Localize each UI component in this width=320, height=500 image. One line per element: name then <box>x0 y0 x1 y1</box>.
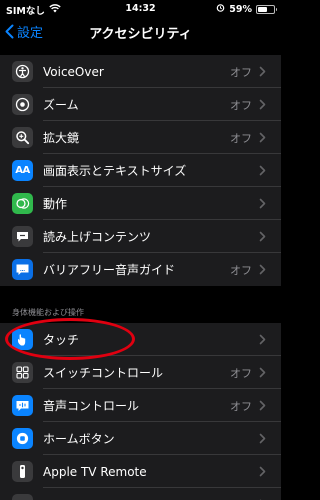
disclosure-chevron <box>259 466 271 477</box>
settings-row-label: スイッチコントロール <box>43 366 164 380</box>
disclosure-chevron <box>259 400 271 411</box>
settings-row-motion[interactable]: 動作 <box>0 187 281 220</box>
disclosure-chevron <box>259 334 271 345</box>
keyboard-icon <box>12 494 33 500</box>
settings-row-home-button[interactable]: ホームボタン <box>0 422 281 455</box>
chevron-right-icon <box>259 264 266 275</box>
page-title: アクセシビリティ <box>89 27 192 42</box>
chevron-right-icon <box>259 334 266 345</box>
disclosure-chevron <box>259 264 271 275</box>
settings-row-label: 読み上げコンテンツ <box>43 230 152 244</box>
chevron-right-icon <box>259 367 266 378</box>
settings-row-display-text[interactable]: AA 画面表示とテキストサイズ <box>0 154 281 187</box>
settings-row-value: オフ <box>230 98 252 112</box>
settings-row-switch-control[interactable]: スイッチコントロール オフ <box>0 356 281 389</box>
zoom-icon <box>12 94 33 115</box>
settings-row-voiceover[interactable]: VoiceOver オフ <box>0 55 281 88</box>
chevron-right-icon <box>259 198 266 209</box>
svg-text:…: … <box>20 267 25 273</box>
settings-row-keyboards[interactable] <box>0 488 281 500</box>
settings-row-label: ホームボタン <box>43 432 115 446</box>
navigation-bar: 設定 アクセシビリティ <box>0 16 281 46</box>
tv-remote-icon <box>12 461 33 482</box>
settings-row-label: VoiceOver <box>43 64 104 79</box>
audio-description-icon: … <box>12 259 33 280</box>
disclosure-chevron <box>259 165 271 176</box>
chevron-right-icon <box>259 132 266 143</box>
battery-percent: 59% <box>229 3 252 15</box>
status-right: 59% <box>216 3 277 15</box>
chevron-right-icon <box>259 99 266 110</box>
settings-row-value: オフ <box>230 399 252 413</box>
chevron-right-icon <box>259 400 266 411</box>
disclosure-chevron <box>259 99 271 110</box>
settings-row-zoom[interactable]: ズーム オフ <box>0 88 281 121</box>
chevron-right-icon <box>259 165 266 176</box>
settings-row-label: 拡大鏡 <box>43 131 80 145</box>
settings-row-value: オフ <box>230 65 252 79</box>
settings-row-value: オフ <box>230 131 252 145</box>
status-bar: SIMなし 14:32 59% <box>0 0 281 17</box>
disclosure-chevron <box>259 66 271 77</box>
settings-row-label: 動作 <box>43 197 68 211</box>
disclosure-chevron <box>259 231 271 242</box>
chevron-right-icon <box>259 66 266 77</box>
settings-row-label: バリアフリー音声ガイド <box>43 263 176 277</box>
settings-row-spoken-content[interactable]: 読み上げコンテンツ <box>0 220 281 253</box>
annotation-ellipse <box>5 318 135 360</box>
settings-row-voice-control[interactable]: 音声コントロール オフ <box>0 389 281 422</box>
settings-row-audio-descriptions[interactable]: … バリアフリー音声ガイド オフ <box>0 253 281 286</box>
section-header-physical: 身体機能および操作 <box>12 308 84 317</box>
settings-row-label: ズーム <box>43 98 79 112</box>
speech-icon <box>12 226 33 247</box>
disclosure-chevron <box>259 198 271 209</box>
voiceover-icon <box>12 61 33 82</box>
voice-control-icon <box>12 395 33 416</box>
text-size-icon: AA <box>12 160 33 181</box>
vision-settings-group: VoiceOver オフ ズーム オフ 拡大鏡 オフ AA 画面表示とテキストサイズ 動作 読み上… <box>0 55 281 286</box>
chevron-right-icon <box>259 433 266 444</box>
alarm-icon <box>216 3 225 15</box>
chevron-right-icon <box>259 231 266 242</box>
home-button-icon <box>12 428 33 449</box>
battery-icon <box>256 4 277 14</box>
settings-row-value: オフ <box>230 263 252 277</box>
motion-icon <box>12 193 33 214</box>
switch-control-icon <box>12 362 33 383</box>
settings-row-apple-tv-remote[interactable]: Apple TV Remote <box>0 455 281 488</box>
chevron-right-icon <box>259 466 266 477</box>
settings-row-value: オフ <box>230 366 252 380</box>
battery-level-fill <box>258 6 267 12</box>
settings-row-label: 音声コントロール <box>43 399 140 413</box>
disclosure-chevron <box>259 367 271 378</box>
settings-row-magnifier[interactable]: 拡大鏡 オフ <box>0 121 281 154</box>
disclosure-chevron <box>259 433 271 444</box>
disclosure-chevron <box>259 132 271 143</box>
magnifier-icon <box>12 127 33 148</box>
settings-row-label: Apple TV Remote <box>43 464 147 479</box>
settings-row-label: 画面表示とテキストサイズ <box>43 164 187 178</box>
